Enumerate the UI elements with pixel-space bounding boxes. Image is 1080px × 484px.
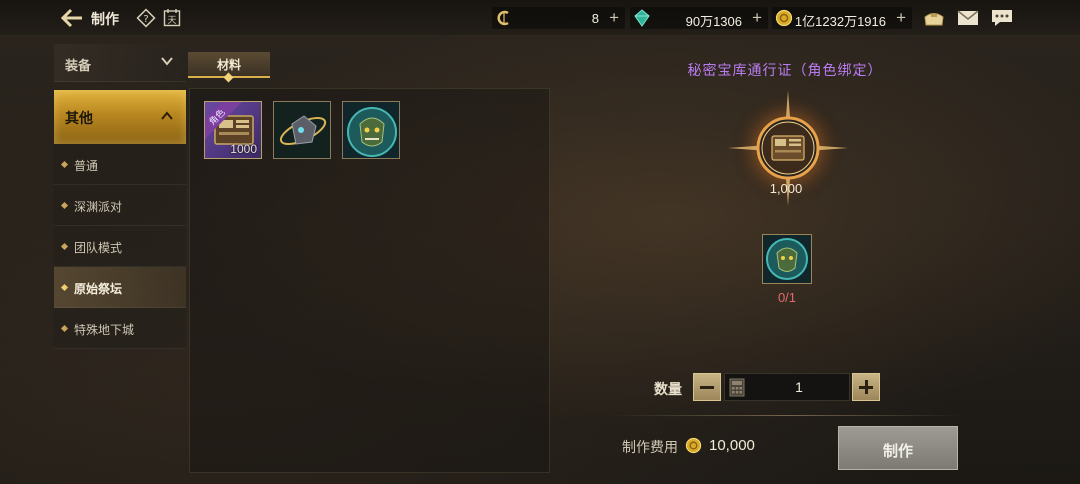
required-material-count: 0/1 xyxy=(777,290,797,305)
calculator-icon[interactable] xyxy=(729,378,745,397)
calendar-glyph: 天 xyxy=(167,16,176,26)
tab-material[interactable]: 材料 xyxy=(188,52,270,83)
craft-button-label: 制作 xyxy=(882,443,913,460)
svg-text:?: ? xyxy=(143,14,148,25)
crafted-item-count: 1,000 xyxy=(769,181,803,196)
gold-coin-icon xyxy=(685,437,702,454)
sidebar-item-special-dungeon[interactable]: 特殊地下城 xyxy=(54,308,186,349)
tab-material-label: 材料 xyxy=(216,58,241,72)
category-sidebar: 装备 其他 普通 深渊派对 团队模式 原始祭坛 特殊地下城 xyxy=(54,44,186,349)
quantity-input[interactable]: 1 xyxy=(724,373,850,401)
bullet-icon xyxy=(60,242,69,251)
sidebar-item-label: 特殊地下城 xyxy=(74,323,135,337)
divider xyxy=(612,415,962,416)
category-equip-label: 装备 xyxy=(65,58,92,73)
sidebar-item-primal-altar[interactable]: 原始祭坛 xyxy=(54,267,186,308)
material-slot-mask[interactable] xyxy=(342,101,400,159)
material-panel: 角色 1000 xyxy=(189,88,550,473)
bullet-icon xyxy=(60,160,69,169)
chevron-down-icon xyxy=(160,54,174,68)
craft-cost-label: 制作费用 xyxy=(622,439,678,455)
category-other[interactable]: 其他 xyxy=(54,90,186,144)
tab-indicator-icon xyxy=(223,72,234,83)
add-gold-button[interactable]: + xyxy=(896,8,906,28)
chevron-up-icon xyxy=(160,109,174,123)
sidebar-item-label: 团队模式 xyxy=(74,241,123,255)
required-material-slot[interactable] xyxy=(762,234,812,284)
currency-gold: 1亿1232万1916 + xyxy=(772,7,912,29)
category-equip[interactable]: 装备 xyxy=(54,44,186,82)
sidebar-item-abyss-party[interactable]: 深渊派对 xyxy=(54,185,186,226)
crafted-item-name: 秘密宝库通行证（角色绑定） xyxy=(687,62,883,78)
quantity-decrease-button[interactable] xyxy=(693,373,721,401)
quantity-value: 1 xyxy=(795,379,803,395)
demon-mask-icon xyxy=(343,102,399,158)
material-count: 1000 xyxy=(230,142,257,156)
back-arrow-icon[interactable] xyxy=(60,7,84,29)
meteor-stone-icon xyxy=(274,102,330,158)
green-gem-icon xyxy=(633,9,651,27)
currency-crystal-value: 8 xyxy=(591,11,599,26)
material-slot-pass[interactable]: 角色 1000 xyxy=(204,101,262,159)
sidebar-item-label: 普通 xyxy=(74,159,99,173)
gold-coin-icon xyxy=(775,9,793,27)
craft-cost-value: 10,000 xyxy=(709,437,755,454)
chat-icon[interactable] xyxy=(990,8,1014,28)
sidebar-item-label: 原始祭坛 xyxy=(74,282,123,296)
bullet-icon xyxy=(60,283,69,292)
material-slot-meteor[interactable] xyxy=(273,101,331,159)
currency-gem-value: 90万1306 xyxy=(685,14,742,29)
currency-gem: 90万1306 + xyxy=(630,7,768,29)
currency-gold-value: 1亿1232万1916 xyxy=(794,14,886,29)
top-bar: 制作 ? 天 8 + 90万1306 + 1亿1232万1916 + xyxy=(0,0,1080,36)
page-title: 制作 xyxy=(91,11,119,27)
sidebar-item-team-mode[interactable]: 团队模式 xyxy=(54,226,186,267)
sidebar-item-normal[interactable]: 普通 xyxy=(54,144,186,185)
bag-icon[interactable] xyxy=(922,8,946,28)
craft-button[interactable]: 制作 xyxy=(838,426,958,470)
currency-crystal: 8 + xyxy=(492,7,625,29)
mail-icon[interactable] xyxy=(956,8,980,28)
add-crystal-button[interactable]: + xyxy=(609,8,619,28)
demon-mask-icon xyxy=(763,235,811,287)
crystal-coin-icon xyxy=(495,9,513,27)
sidebar-item-label: 深渊派对 xyxy=(74,200,123,214)
calendar-icon[interactable]: 天 xyxy=(163,8,181,27)
bullet-icon xyxy=(60,201,69,210)
quantity-label: 数量 xyxy=(654,381,682,397)
bullet-icon xyxy=(60,324,69,333)
quantity-increase-button[interactable] xyxy=(852,373,880,401)
help-icon[interactable]: ? xyxy=(136,8,156,28)
category-other-label: 其他 xyxy=(65,110,93,126)
add-gem-button[interactable]: + xyxy=(752,8,762,28)
